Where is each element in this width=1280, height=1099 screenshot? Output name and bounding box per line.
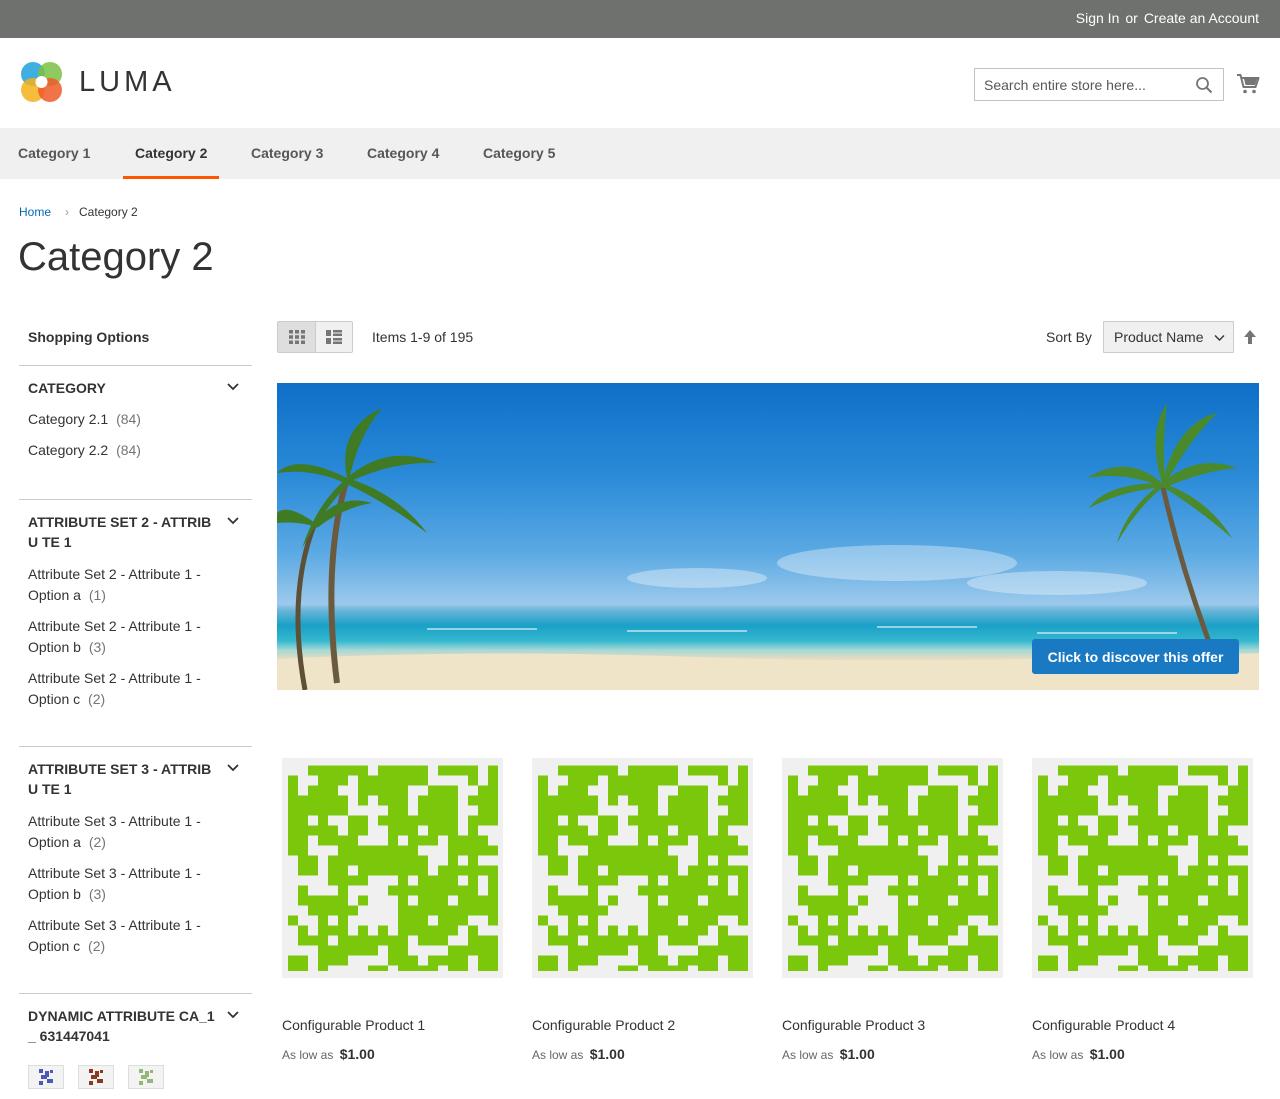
nav-category-4[interactable]: Category 4 xyxy=(367,128,439,179)
nav-category-1[interactable]: Category 1 xyxy=(18,128,90,179)
or-text: or xyxy=(1125,10,1138,26)
shopping-options-sidebar: Shopping Options Category Category 2.1 (… xyxy=(19,320,252,1099)
sort-by-select[interactable]: Product Name xyxy=(1103,321,1234,353)
filter-option[interactable]: Attribute Set 2 - Attribute 1 - Option c… xyxy=(28,668,229,710)
page-title: Category 2 xyxy=(18,235,214,279)
sort-by-label: Sort By xyxy=(1046,329,1092,345)
sign-in-link[interactable]: Sign In xyxy=(1076,10,1120,26)
chevron-down-icon[interactable] xyxy=(226,763,240,773)
filter-option[interactable]: Attribute Set 2 - Attribute 1 - Option a… xyxy=(28,564,229,606)
luma-logo-icon xyxy=(21,62,62,102)
product-pattern-image xyxy=(287,765,498,971)
breadcrumb: Home › Category 2 xyxy=(19,205,138,219)
chevron-down-icon xyxy=(1214,335,1225,341)
filter-title[interactable]: Attribute Set 2 - Attribu te 1 xyxy=(19,500,219,552)
main-navigation: Category 1 Category 2 Category 3 Categor… xyxy=(0,128,1280,179)
breadcrumb-current: Category 2 xyxy=(79,205,138,219)
product-toolbar: Items 1-9 of 195 Sort By Product Name xyxy=(277,321,1259,353)
filter-option[interactable]: Attribute Set 2 - Attribute 1 - Option b… xyxy=(28,616,229,658)
chevron-right-icon: › xyxy=(65,205,70,219)
top-header-bar: Sign In or Create an Account xyxy=(0,0,1280,38)
product-pattern-image xyxy=(1037,765,1248,971)
list-icon xyxy=(326,330,342,344)
product-name[interactable]: Configurable Product 2 xyxy=(532,1017,675,1033)
chevron-down-icon[interactable] xyxy=(226,382,240,392)
sort-ascending-arrow-icon[interactable] xyxy=(1243,329,1257,345)
filter-category: Category Category 2.1 (84) Category 2.2 … xyxy=(19,365,252,499)
create-account-link[interactable]: Create an Account xyxy=(1144,10,1259,26)
filter-dynamic-attribute: Dynamic Attribute CA_1_ 631447041 xyxy=(19,993,252,1099)
product-price: As low as $1.00 xyxy=(782,1046,875,1062)
product-name[interactable]: Configurable Product 3 xyxy=(782,1017,925,1033)
nav-category-3[interactable]: Category 3 xyxy=(251,128,323,179)
product-image[interactable] xyxy=(282,758,503,978)
product-price: As low as $1.00 xyxy=(1032,1046,1125,1062)
product-item: Configurable Product 1 As low as $1.00 xyxy=(277,758,503,1062)
filter-option[interactable]: Attribute Set 3 - Attribute 1 - Option a… xyxy=(28,811,229,853)
filter-title[interactable]: Attribute Set 3 - Attribu te 1 xyxy=(19,747,219,799)
view-mode-switcher xyxy=(277,321,353,353)
grid-icon xyxy=(288,330,305,344)
swatch-option[interactable] xyxy=(28,1065,64,1089)
filter-option[interactable]: Category 2.2 (84) xyxy=(28,440,252,461)
filter-attribute-set-3: Attribute Set 3 - Attribu te 1 Attribute… xyxy=(19,746,252,993)
list-view-button[interactable] xyxy=(315,322,352,352)
product-name[interactable]: Configurable Product 1 xyxy=(282,1017,425,1033)
product-name[interactable]: Configurable Product 4 xyxy=(1032,1017,1175,1033)
grid-view-button[interactable] xyxy=(278,322,315,352)
cart-icon[interactable] xyxy=(1236,72,1260,96)
chevron-down-icon[interactable] xyxy=(226,516,240,526)
sort-by-value: Product Name xyxy=(1114,329,1204,345)
product-price: As low as $1.00 xyxy=(532,1046,625,1062)
product-image[interactable] xyxy=(782,758,1003,978)
product-item: Configurable Product 3 As low as $1.00 xyxy=(777,758,1003,1062)
product-item: Configurable Product 2 As low as $1.00 xyxy=(527,758,753,1062)
chevron-down-icon[interactable] xyxy=(226,1010,240,1020)
shopping-options-title: Shopping Options xyxy=(28,329,150,345)
breadcrumb-home[interactable]: Home xyxy=(19,205,51,219)
discover-offer-button[interactable]: Click to discover this offer xyxy=(1032,639,1239,674)
search-icon[interactable] xyxy=(1195,76,1213,94)
search-box xyxy=(974,68,1224,101)
header-links: Sign In or Create an Account xyxy=(1070,10,1259,26)
filter-option[interactable]: Category 2.1 (84) xyxy=(28,409,252,430)
items-amount: Items 1-9 of 195 xyxy=(372,329,474,345)
product-price: As low as $1.00 xyxy=(282,1046,375,1062)
filter-option[interactable]: Attribute Set 3 - Attribute 1 - Option c… xyxy=(28,915,229,957)
filter-option[interactable]: Attribute Set 3 - Attribute 1 - Option b… xyxy=(28,863,229,905)
product-image[interactable] xyxy=(532,758,753,978)
product-image[interactable] xyxy=(1032,758,1253,978)
product-pattern-image xyxy=(787,765,998,971)
filter-title[interactable]: Dynamic Attribute CA_1_ 631447041 xyxy=(19,994,219,1046)
logo[interactable]: LUMA xyxy=(19,60,176,104)
nav-category-5[interactable]: Category 5 xyxy=(483,128,555,179)
filter-title[interactable]: Category xyxy=(19,366,252,398)
swatch-option[interactable] xyxy=(128,1065,164,1089)
product-item: Configurable Product 4 As low as $1.00 xyxy=(1027,758,1253,1062)
logo-text: LUMA xyxy=(79,65,176,98)
nav-category-2[interactable]: Category 2 xyxy=(123,128,220,179)
search-input[interactable] xyxy=(975,69,1185,100)
product-pattern-image xyxy=(537,765,748,971)
filter-attribute-set-2: Attribute Set 2 - Attribu te 1 Attribute… xyxy=(19,499,252,746)
promo-banner[interactable]: Click to discover this offer xyxy=(277,383,1259,690)
swatch-option[interactable] xyxy=(78,1065,114,1089)
